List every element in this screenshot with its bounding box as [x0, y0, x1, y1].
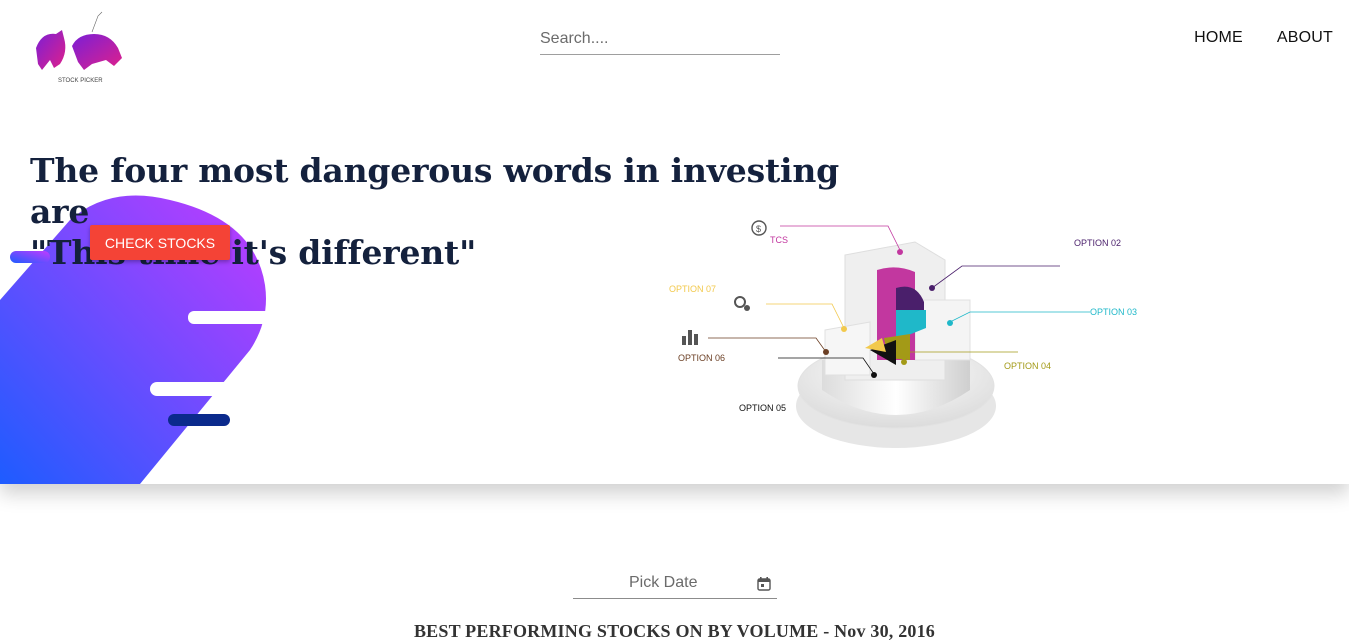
- dollar-icon: $: [751, 220, 767, 236]
- date-picker-label: Pick Date: [629, 574, 698, 591]
- section-title: BEST PERFORMING STOCKS ON BY VOLUME - No…: [413, 621, 936, 641]
- label-option-05: OPTION 05: [739, 403, 786, 413]
- people-exchange-icon: [734, 296, 750, 311]
- pie-infographic: $ TCS OPTION 02 OPTION 03 OPTION 04 OPTI…: [669, 220, 1137, 448]
- check-stocks-button[interactable]: CHECK STOCKS: [90, 225, 230, 260]
- date-picker[interactable]: Pick Date: [573, 570, 777, 599]
- label-option-04: OPTION 04: [1004, 361, 1051, 371]
- label-option-06: OPTION 06: [678, 353, 725, 363]
- search-bar: [540, 28, 780, 55]
- label-option-07: OPTION 07: [669, 284, 716, 294]
- label-tcs: TCS: [770, 235, 788, 245]
- top-nav: HOME ABOUT: [1194, 29, 1333, 47]
- nav-home[interactable]: HOME: [1194, 29, 1243, 47]
- calendar-icon[interactable]: [757, 577, 771, 591]
- hero-section: The four most dangerous words in investi…: [0, 0, 1349, 484]
- brand-logo: STOCK PICKER: [36, 11, 122, 84]
- svg-text:$: $: [756, 224, 761, 234]
- label-option-03: OPTION 03: [1090, 307, 1137, 317]
- buildings-icon: [682, 330, 698, 345]
- label-option-02: OPTION 02: [1074, 238, 1121, 248]
- logo-text: STOCK PICKER: [58, 78, 103, 84]
- nav-about[interactable]: ABOUT: [1277, 29, 1333, 47]
- search-input[interactable]: [540, 28, 780, 55]
